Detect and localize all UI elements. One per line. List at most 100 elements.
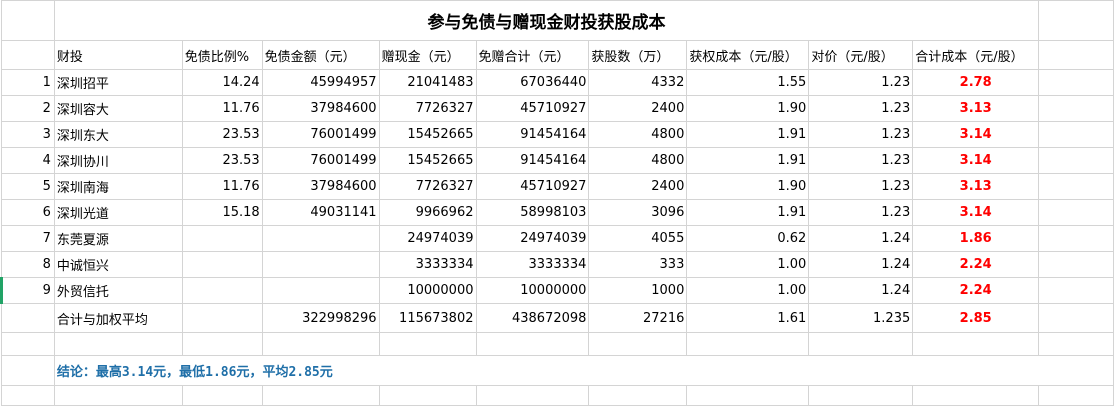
cell[interactable] bbox=[1, 40, 55, 70]
cell[interactable] bbox=[181, 303, 263, 333]
row-index[interactable]: 6 bbox=[1, 199, 55, 226]
cell[interactable] bbox=[181, 332, 263, 356]
price-cell[interactable]: 1.23 bbox=[808, 147, 914, 174]
ratio-cell[interactable]: 11.76 bbox=[181, 173, 263, 200]
cash-gift-cell[interactable]: 24974039 bbox=[378, 225, 477, 252]
cell[interactable] bbox=[1038, 95, 1114, 122]
ratio-cell[interactable] bbox=[181, 251, 263, 278]
cell[interactable] bbox=[1038, 147, 1114, 174]
cell[interactable] bbox=[1038, 0, 1114, 41]
cell[interactable] bbox=[1, 332, 55, 356]
ratio-cell[interactable]: 23.53 bbox=[181, 121, 263, 148]
summary-price[interactable]: 1.235 bbox=[808, 303, 914, 333]
cell[interactable] bbox=[1038, 277, 1114, 304]
total-cost-cell[interactable]: 2.78 bbox=[912, 69, 1040, 96]
cell[interactable] bbox=[53, 332, 183, 356]
cost-cell[interactable]: 1.55 bbox=[686, 69, 810, 96]
total-cost-cell[interactable]: 3.13 bbox=[912, 173, 1040, 200]
price-cell[interactable]: 1.23 bbox=[808, 121, 914, 148]
cell[interactable] bbox=[588, 332, 688, 356]
header-cost[interactable]: 获权成本（元/股） bbox=[686, 40, 810, 70]
price-cell[interactable]: 1.24 bbox=[808, 225, 914, 252]
total-amount-cell[interactable]: 10000000 bbox=[475, 277, 590, 304]
row-index[interactable]: 2 bbox=[1, 95, 55, 122]
ratio-cell[interactable] bbox=[181, 225, 263, 252]
header-sum-cost[interactable]: 合计成本（元/股） bbox=[912, 40, 1040, 70]
cell[interactable] bbox=[1, 303, 55, 333]
ratio-cell[interactable]: 15.18 bbox=[181, 199, 263, 226]
header-total[interactable]: 免赠合计（元） bbox=[475, 40, 590, 70]
total-amount-cell[interactable]: 58998103 bbox=[475, 199, 590, 226]
debt-amount-cell[interactable]: 76001499 bbox=[261, 147, 380, 174]
row-index[interactable]: 4 bbox=[1, 147, 55, 174]
total-amount-cell[interactable]: 45710927 bbox=[475, 173, 590, 200]
cash-gift-cell[interactable]: 7726327 bbox=[378, 173, 477, 200]
company-name-cell[interactable]: 东莞夏源 bbox=[53, 225, 183, 252]
cash-gift-cell[interactable]: 3333334 bbox=[378, 251, 477, 278]
cell[interactable] bbox=[1, 0, 55, 41]
cash-gift-cell[interactable]: 21041483 bbox=[378, 69, 477, 96]
cell[interactable] bbox=[1038, 332, 1114, 356]
ratio-cell[interactable]: 11.76 bbox=[181, 95, 263, 122]
cash-gift-cell[interactable]: 10000000 bbox=[378, 277, 477, 304]
cost-cell[interactable]: 1.91 bbox=[686, 147, 810, 174]
cell[interactable] bbox=[1038, 303, 1114, 333]
price-cell[interactable]: 1.23 bbox=[808, 199, 914, 226]
ratio-cell[interactable]: 14.24 bbox=[181, 69, 263, 96]
cost-cell[interactable]: 1.91 bbox=[686, 199, 810, 226]
debt-amount-cell[interactable] bbox=[261, 225, 380, 252]
shares-cell[interactable]: 4055 bbox=[588, 225, 688, 252]
summary-debt[interactable]: 322998296 bbox=[261, 303, 380, 333]
cost-cell[interactable]: 1.91 bbox=[686, 121, 810, 148]
shares-cell[interactable]: 2400 bbox=[588, 173, 688, 200]
cell[interactable] bbox=[912, 332, 1040, 356]
summary-cash[interactable]: 115673802 bbox=[378, 303, 477, 333]
cost-cell[interactable]: 1.00 bbox=[686, 251, 810, 278]
company-name-cell[interactable]: 深圳协川 bbox=[53, 147, 183, 174]
cost-cell[interactable]: 1.00 bbox=[686, 277, 810, 304]
price-cell[interactable]: 1.23 bbox=[808, 173, 914, 200]
shares-cell[interactable]: 4332 bbox=[588, 69, 688, 96]
header-name[interactable]: 财投 bbox=[53, 40, 183, 70]
cell[interactable] bbox=[1038, 199, 1114, 226]
summary-sum-cost[interactable]: 2.85 bbox=[912, 303, 1040, 333]
cell[interactable] bbox=[261, 332, 380, 356]
header-debt[interactable]: 免债金额（元） bbox=[261, 40, 380, 70]
ratio-cell[interactable] bbox=[181, 277, 263, 304]
cell[interactable] bbox=[686, 385, 810, 406]
price-cell[interactable]: 1.24 bbox=[808, 251, 914, 278]
total-cost-cell[interactable]: 3.14 bbox=[912, 199, 1040, 226]
company-name-cell[interactable]: 深圳招平 bbox=[53, 69, 183, 96]
row-index[interactable]: 1 bbox=[1, 69, 55, 96]
total-cost-cell[interactable]: 2.24 bbox=[912, 277, 1040, 304]
total-amount-cell[interactable]: 45710927 bbox=[475, 95, 590, 122]
total-cost-cell[interactable]: 3.13 bbox=[912, 95, 1040, 122]
shares-cell[interactable]: 4800 bbox=[588, 147, 688, 174]
cost-cell[interactable]: 1.90 bbox=[686, 95, 810, 122]
total-cost-cell[interactable]: 2.24 bbox=[912, 251, 1040, 278]
debt-amount-cell[interactable]: 49031141 bbox=[261, 199, 380, 226]
shares-cell[interactable]: 3096 bbox=[588, 199, 688, 226]
total-amount-cell[interactable]: 24974039 bbox=[475, 225, 590, 252]
cell[interactable] bbox=[475, 332, 590, 356]
header-shares[interactable]: 获股数（万） bbox=[588, 40, 688, 70]
company-name-cell[interactable]: 外贸信托 bbox=[53, 277, 183, 304]
company-name-cell[interactable]: 深圳南海 bbox=[53, 173, 183, 200]
company-name-cell[interactable]: 深圳光道 bbox=[53, 199, 183, 226]
summary-shares[interactable]: 27216 bbox=[588, 303, 688, 333]
cell[interactable] bbox=[1038, 225, 1114, 252]
cell[interactable] bbox=[1038, 40, 1114, 70]
ratio-cell[interactable]: 23.53 bbox=[181, 147, 263, 174]
row-index[interactable]: 3 bbox=[1, 121, 55, 148]
debt-amount-cell[interactable]: 76001499 bbox=[261, 121, 380, 148]
company-name-cell[interactable]: 深圳容大 bbox=[53, 95, 183, 122]
debt-amount-cell[interactable] bbox=[261, 277, 380, 304]
total-amount-cell[interactable]: 91454164 bbox=[475, 121, 590, 148]
price-cell[interactable]: 1.24 bbox=[808, 277, 914, 304]
cash-gift-cell[interactable]: 7726327 bbox=[378, 95, 477, 122]
summary-total[interactable]: 438672098 bbox=[475, 303, 590, 333]
row-index[interactable]: 8 bbox=[1, 251, 55, 278]
cell[interactable] bbox=[475, 385, 590, 406]
company-name-cell[interactable]: 中诚恒兴 bbox=[53, 251, 183, 278]
cash-gift-cell[interactable]: 9966962 bbox=[378, 199, 477, 226]
